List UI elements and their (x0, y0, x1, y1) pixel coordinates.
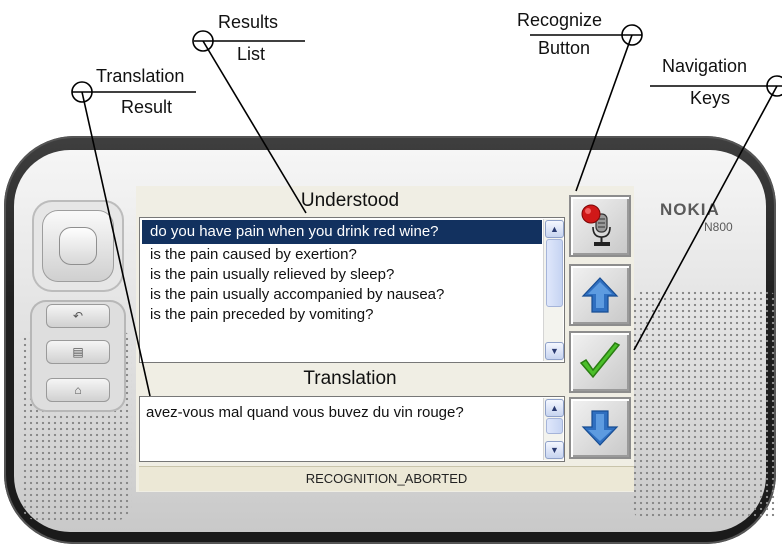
callout-translation-line1: Translation (96, 66, 185, 86)
callout-navigation-line2: Keys (690, 88, 731, 108)
callout-navigation-line1: Navigation (662, 56, 748, 76)
callout-recognize-line1: Recognize (517, 10, 603, 30)
callout-results-list-line2: List (237, 44, 266, 64)
callout-results-list-line1: Results (218, 12, 279, 32)
callout-recognize-line2: Button (538, 38, 591, 58)
callout-translation-line2: Result (121, 97, 173, 117)
